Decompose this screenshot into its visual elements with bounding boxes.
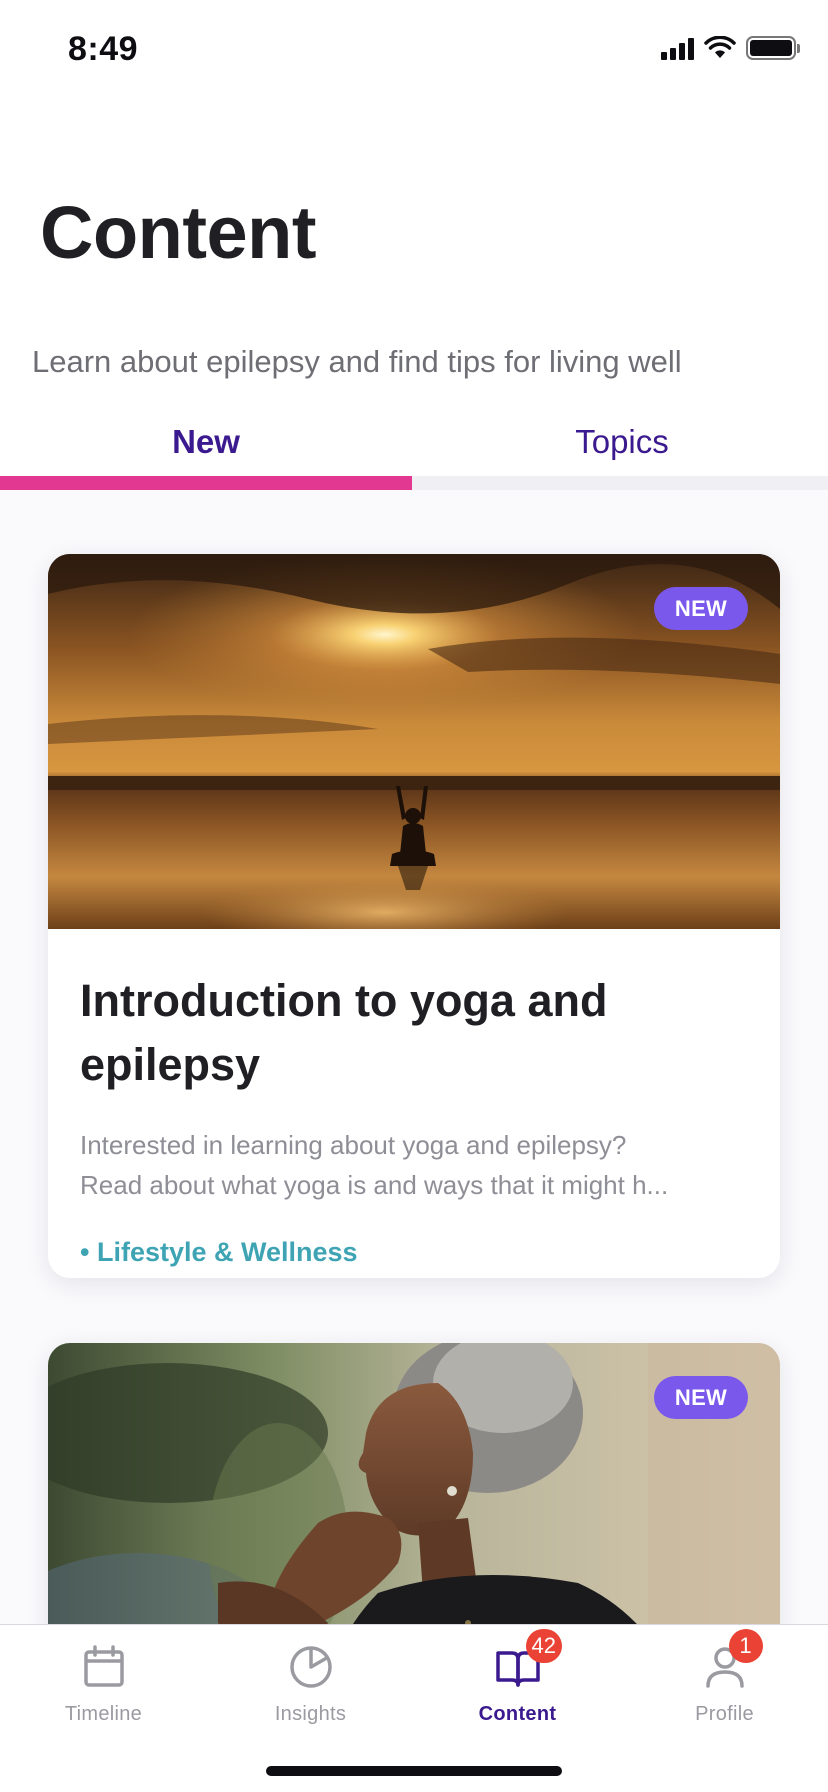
card-description-line: Read about what yoga is and ways that it… <box>80 1170 669 1200</box>
calendar-icon <box>80 1643 128 1691</box>
new-badge: NEW <box>654 587 748 630</box>
nav-item-profile[interactable]: 1 Profile <box>621 1629 828 1749</box>
card-body: Introduction to yoga and epilepsy Intere… <box>48 929 780 1268</box>
content-card[interactable]: NEW <box>48 1343 780 1624</box>
card-image-sunset-yoga: NEW <box>48 554 780 929</box>
content-card[interactable]: NEW Introduction to yoga and epilepsy In… <box>48 554 780 1278</box>
nav-label: Content <box>478 1703 557 1725</box>
cellular-signal-icon <box>661 36 694 60</box>
tab-selected-indicator <box>0 476 412 490</box>
status-bar: 8:49 <box>0 0 828 100</box>
card-image-woman-thinking: NEW <box>48 1343 780 1624</box>
card-topic-tag[interactable]: • Lifestyle & Wellness <box>80 1237 748 1268</box>
pie-chart-icon <box>287 1643 335 1691</box>
nav-item-content[interactable]: 42 Content <box>414 1629 621 1749</box>
status-icons <box>661 36 800 60</box>
status-time: 8:49 <box>68 30 139 68</box>
person-icon: 1 <box>701 1629 763 1691</box>
notification-badge: 1 <box>728 1629 763 1663</box>
nav-label: Insights <box>274 1703 347 1725</box>
tab-new[interactable]: New <box>0 408 412 476</box>
nav-label: Profile <box>695 1703 754 1725</box>
book-icon: 42 <box>494 1629 562 1691</box>
content-tabs: New Topics <box>0 408 828 490</box>
nav-label: Timeline <box>64 1703 143 1725</box>
card-description-line: Interested in learning about yoga and ep… <box>80 1130 627 1160</box>
battery-icon <box>746 36 800 60</box>
wifi-icon <box>704 36 736 58</box>
card-description: Interested in learning about yoga and ep… <box>80 1125 748 1205</box>
card-title: Introduction to yoga and epilepsy <box>80 975 608 1090</box>
home-indicator[interactable] <box>266 1766 562 1776</box>
page-title: Content <box>40 191 317 274</box>
new-badge: NEW <box>654 1376 748 1419</box>
tab-topics[interactable]: Topics <box>416 408 828 476</box>
nav-item-timeline[interactable]: Timeline <box>0 1639 207 1749</box>
notification-badge: 42 <box>525 1629 562 1663</box>
content-feed[interactable]: NEW Introduction to yoga and epilepsy In… <box>0 490 828 1624</box>
page-subtitle: Learn about epilepsy and find tips for l… <box>32 344 682 379</box>
nav-item-insights[interactable]: Insights <box>207 1639 414 1749</box>
